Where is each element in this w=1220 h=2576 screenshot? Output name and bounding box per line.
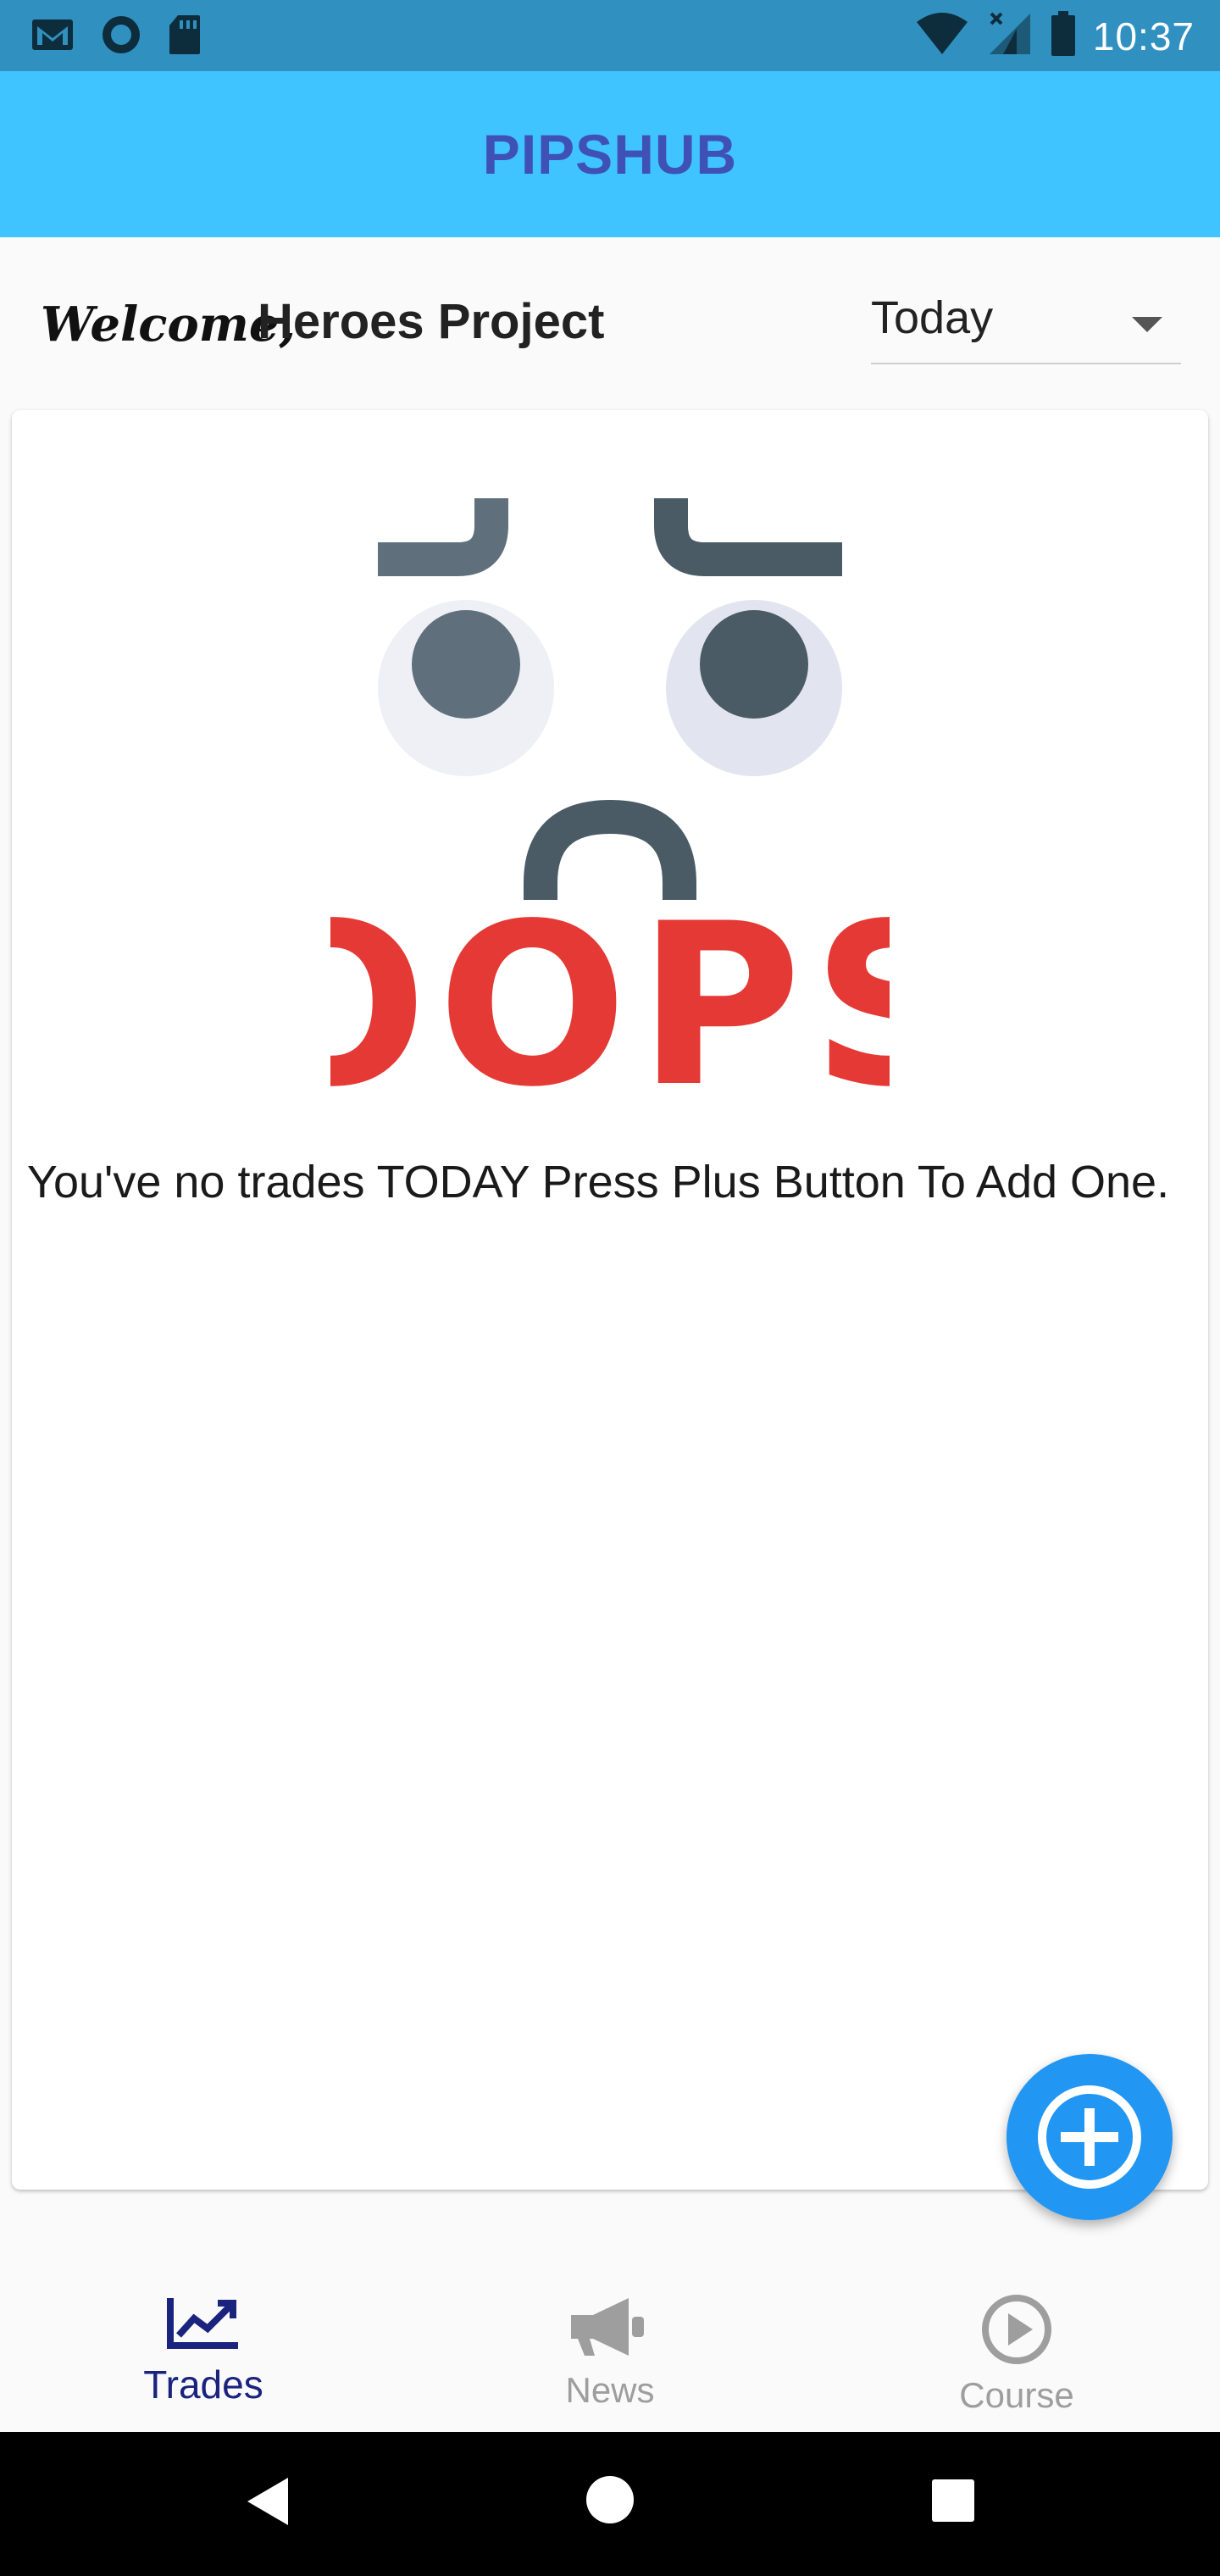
app-title: PIPSHUB <box>482 123 738 186</box>
period-dropdown[interactable]: Today <box>871 280 1181 364</box>
period-dropdown-value: Today <box>871 292 994 343</box>
home-icon[interactable] <box>585 2474 635 2525</box>
chart-line-icon <box>167 2298 238 2349</box>
welcome-row: Welcome, Heroes Project Today <box>0 237 1220 407</box>
nav-label-news: News <box>565 2370 655 2410</box>
play-circle-icon <box>982 2295 1051 2364</box>
nav-item-trades[interactable]: Trades <box>76 2293 330 2420</box>
megaphone-icon <box>571 2298 644 2356</box>
oops-text: OOPS <box>330 876 890 1091</box>
nav-item-news[interactable]: News <box>483 2293 737 2420</box>
welcome-user-name: Heroes Project <box>258 294 605 349</box>
empty-state-message: You've no trades TODAY Press Plus Button… <box>26 1157 1170 1208</box>
cellular-signal-icon <box>986 10 1034 62</box>
system-navigation-bar <box>0 2432 1220 2576</box>
gmail-icon <box>30 18 75 56</box>
left-pupil <box>412 610 520 719</box>
nav-label-trades: Trades <box>143 2362 263 2407</box>
battery-icon <box>1051 11 1076 61</box>
right-pupil <box>700 610 808 719</box>
plus-circle-icon <box>1038 2085 1141 2189</box>
nav-label-course: Course <box>959 2375 1074 2415</box>
wifi-icon <box>915 12 969 60</box>
dropdown-caret-icon <box>1132 317 1162 332</box>
add-trade-button[interactable] <box>1006 2054 1173 2220</box>
recents-icon[interactable] <box>930 2478 976 2523</box>
nav-item-course[interactable]: Course <box>890 2293 1144 2420</box>
circle-app-icon <box>100 14 142 60</box>
oops-illustration: OOPS <box>330 498 890 1091</box>
left-eyebrow <box>378 498 508 576</box>
back-icon[interactable] <box>242 2474 293 2529</box>
status-time: 10:37 <box>1092 14 1195 58</box>
app-bar: PIPSHUB <box>0 71 1220 237</box>
status-bar: 10:37 <box>0 0 1220 71</box>
bottom-navigation: Trades News Course <box>0 2271 1220 2432</box>
sd-card-icon <box>168 14 202 60</box>
right-eyebrow <box>654 498 842 576</box>
